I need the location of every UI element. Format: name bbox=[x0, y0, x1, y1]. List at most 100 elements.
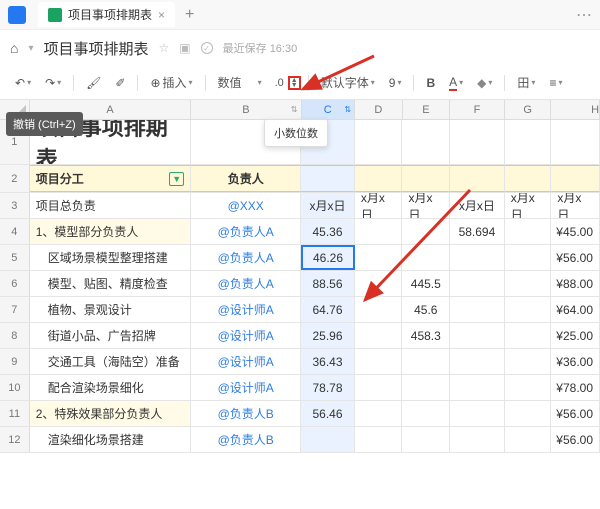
cell-D10[interactable] bbox=[355, 375, 403, 400]
cell-C2[interactable] bbox=[301, 165, 355, 192]
cloud-icon[interactable]: ▣ bbox=[179, 41, 190, 55]
cell-D5[interactable] bbox=[355, 245, 403, 270]
cell-H11[interactable]: ¥56.00 bbox=[551, 401, 600, 426]
cell-C4[interactable]: 45.36 bbox=[301, 219, 355, 244]
cell-D7[interactable] bbox=[355, 297, 403, 322]
cell-G12[interactable] bbox=[505, 427, 552, 452]
cell-D4[interactable] bbox=[355, 219, 403, 244]
cell-H1[interactable] bbox=[551, 120, 600, 164]
cell-G9[interactable] bbox=[505, 349, 552, 374]
cell-H5[interactable]: ¥56.00 bbox=[551, 245, 600, 270]
cell-C11[interactable]: 56.46 bbox=[301, 401, 355, 426]
number-format-select[interactable]: 数值 ▾ bbox=[213, 70, 267, 95]
chevron-down-icon[interactable]: ▾ bbox=[28, 43, 33, 54]
cell-D11[interactable] bbox=[355, 401, 403, 426]
row-header[interactable]: 9 bbox=[0, 349, 30, 374]
cell-C7[interactable]: 64.76 bbox=[301, 297, 355, 322]
cell-F4[interactable]: 58.694 bbox=[450, 219, 505, 244]
cell-D9[interactable] bbox=[355, 349, 403, 374]
format-painter-button[interactable]: 🖌 bbox=[81, 72, 106, 94]
cell-E10[interactable] bbox=[402, 375, 450, 400]
star-icon[interactable]: ☆ bbox=[159, 41, 170, 55]
cell-F11[interactable] bbox=[450, 401, 505, 426]
col-header-D[interactable]: D bbox=[355, 100, 403, 119]
text-color-button[interactable]: A▾ bbox=[444, 71, 468, 95]
cell-E4[interactable] bbox=[402, 219, 450, 244]
cell-G5[interactable] bbox=[505, 245, 552, 270]
cell-E5[interactable] bbox=[402, 245, 450, 270]
cell-B5[interactable]: @负责人A bbox=[191, 245, 301, 270]
cell-G7[interactable] bbox=[505, 297, 552, 322]
cell-H2[interactable] bbox=[551, 165, 600, 192]
cell-D8[interactable] bbox=[355, 323, 403, 348]
cell-C6[interactable]: 88.56 bbox=[301, 271, 355, 296]
cell-B6[interactable]: @负责人A bbox=[191, 271, 301, 296]
bold-button[interactable]: B bbox=[421, 72, 440, 94]
cell-B4[interactable]: @负责人A bbox=[191, 219, 301, 244]
clear-format-button[interactable]: ✐ bbox=[110, 72, 130, 94]
cell-H12[interactable]: ¥56.00 bbox=[551, 427, 600, 452]
cell-A2[interactable]: 项目分工▼ bbox=[30, 165, 192, 192]
filter-icon[interactable]: ▼ bbox=[169, 172, 184, 186]
cell-H7[interactable]: ¥64.00 bbox=[551, 297, 600, 322]
cell-F2[interactable] bbox=[450, 165, 505, 192]
row-header[interactable]: 8 bbox=[0, 323, 30, 348]
font-select[interactable]: 默认字体 ▾ bbox=[316, 70, 380, 95]
redo-button[interactable]: ↷▾ bbox=[40, 72, 66, 94]
cell-G10[interactable] bbox=[505, 375, 552, 400]
col-header-H[interactable]: H bbox=[551, 100, 600, 119]
row-header[interactable]: 10 bbox=[0, 375, 30, 400]
cell-E12[interactable] bbox=[402, 427, 450, 452]
cell-A8[interactable]: 街道小品、广告招牌 bbox=[30, 323, 192, 348]
home-icon[interactable]: ⌂ bbox=[10, 40, 18, 56]
cell-G11[interactable] bbox=[505, 401, 552, 426]
cell-B8[interactable]: @设计师A bbox=[191, 323, 301, 348]
cell-G1[interactable] bbox=[505, 120, 552, 164]
cell-C8[interactable]: 25.96 bbox=[301, 323, 355, 348]
cell-F12[interactable] bbox=[450, 427, 505, 452]
cell-D2[interactable] bbox=[355, 165, 403, 192]
cell-B3[interactable]: @XXX bbox=[191, 193, 301, 218]
col-header-E[interactable]: E bbox=[403, 100, 451, 119]
cell-A5[interactable]: 区域场景模型整理搭建 bbox=[30, 245, 191, 270]
cell-F3[interactable]: x月x日 bbox=[450, 193, 505, 218]
undo-button[interactable]: ↶▾ bbox=[10, 72, 36, 94]
cell-D6[interactable] bbox=[355, 271, 403, 296]
decimal-spinner[interactable]: ▲▼ bbox=[288, 76, 301, 90]
cell-F8[interactable] bbox=[450, 323, 505, 348]
cell-C10[interactable]: 78.78 bbox=[301, 375, 355, 400]
fill-color-button[interactable]: ◆▾ bbox=[472, 72, 497, 94]
cell-B7[interactable]: @设计师A bbox=[191, 297, 301, 322]
cell-G4[interactable] bbox=[505, 219, 552, 244]
document-title[interactable]: 项目事项排期表 bbox=[44, 38, 149, 59]
cell-C5[interactable]: 46.26 bbox=[301, 245, 355, 270]
row-header[interactable]: 7 bbox=[0, 297, 30, 322]
row-header[interactable]: 5 bbox=[0, 245, 30, 270]
add-tab-button[interactable]: + bbox=[185, 6, 194, 24]
cell-D3[interactable]: x月x日 bbox=[355, 193, 403, 218]
cell-F5[interactable] bbox=[450, 245, 505, 270]
cell-A4[interactable]: 1、模型部分负责人 bbox=[30, 219, 192, 244]
align-button[interactable]: ≡▾ bbox=[544, 72, 567, 94]
row-header[interactable]: 2 bbox=[0, 165, 30, 192]
col-header-G[interactable]: G bbox=[505, 100, 552, 119]
row-header[interactable]: 3 bbox=[0, 193, 30, 218]
cell-A11[interactable]: 2、特殊效果部分负责人 bbox=[30, 401, 192, 426]
cell-B10[interactable]: @设计师A bbox=[191, 375, 301, 400]
row-header[interactable]: 4 bbox=[0, 219, 30, 244]
font-size-select[interactable]: 9 ▾ bbox=[384, 72, 407, 94]
cell-F6[interactable] bbox=[450, 271, 505, 296]
insert-button[interactable]: ⊕ 插入▾ bbox=[145, 70, 197, 95]
document-tab[interactable]: 项目事项排期表 × bbox=[38, 2, 175, 27]
cell-E2[interactable] bbox=[402, 165, 450, 192]
more-icon[interactable]: ⋯ bbox=[576, 5, 592, 25]
cell-B9[interactable]: @设计师A bbox=[191, 349, 301, 374]
cell-E11[interactable] bbox=[402, 401, 450, 426]
filter-icon[interactable]: ⇅ bbox=[291, 105, 298, 114]
cell-G8[interactable] bbox=[505, 323, 552, 348]
cell-A6[interactable]: 模型、贴图、精度检查 bbox=[30, 271, 192, 296]
cell-A3[interactable]: 项目总负责 bbox=[30, 193, 192, 218]
cell-G6[interactable] bbox=[505, 271, 552, 296]
cell-B12[interactable]: @负责人B bbox=[191, 427, 301, 452]
cell-E9[interactable] bbox=[402, 349, 450, 374]
